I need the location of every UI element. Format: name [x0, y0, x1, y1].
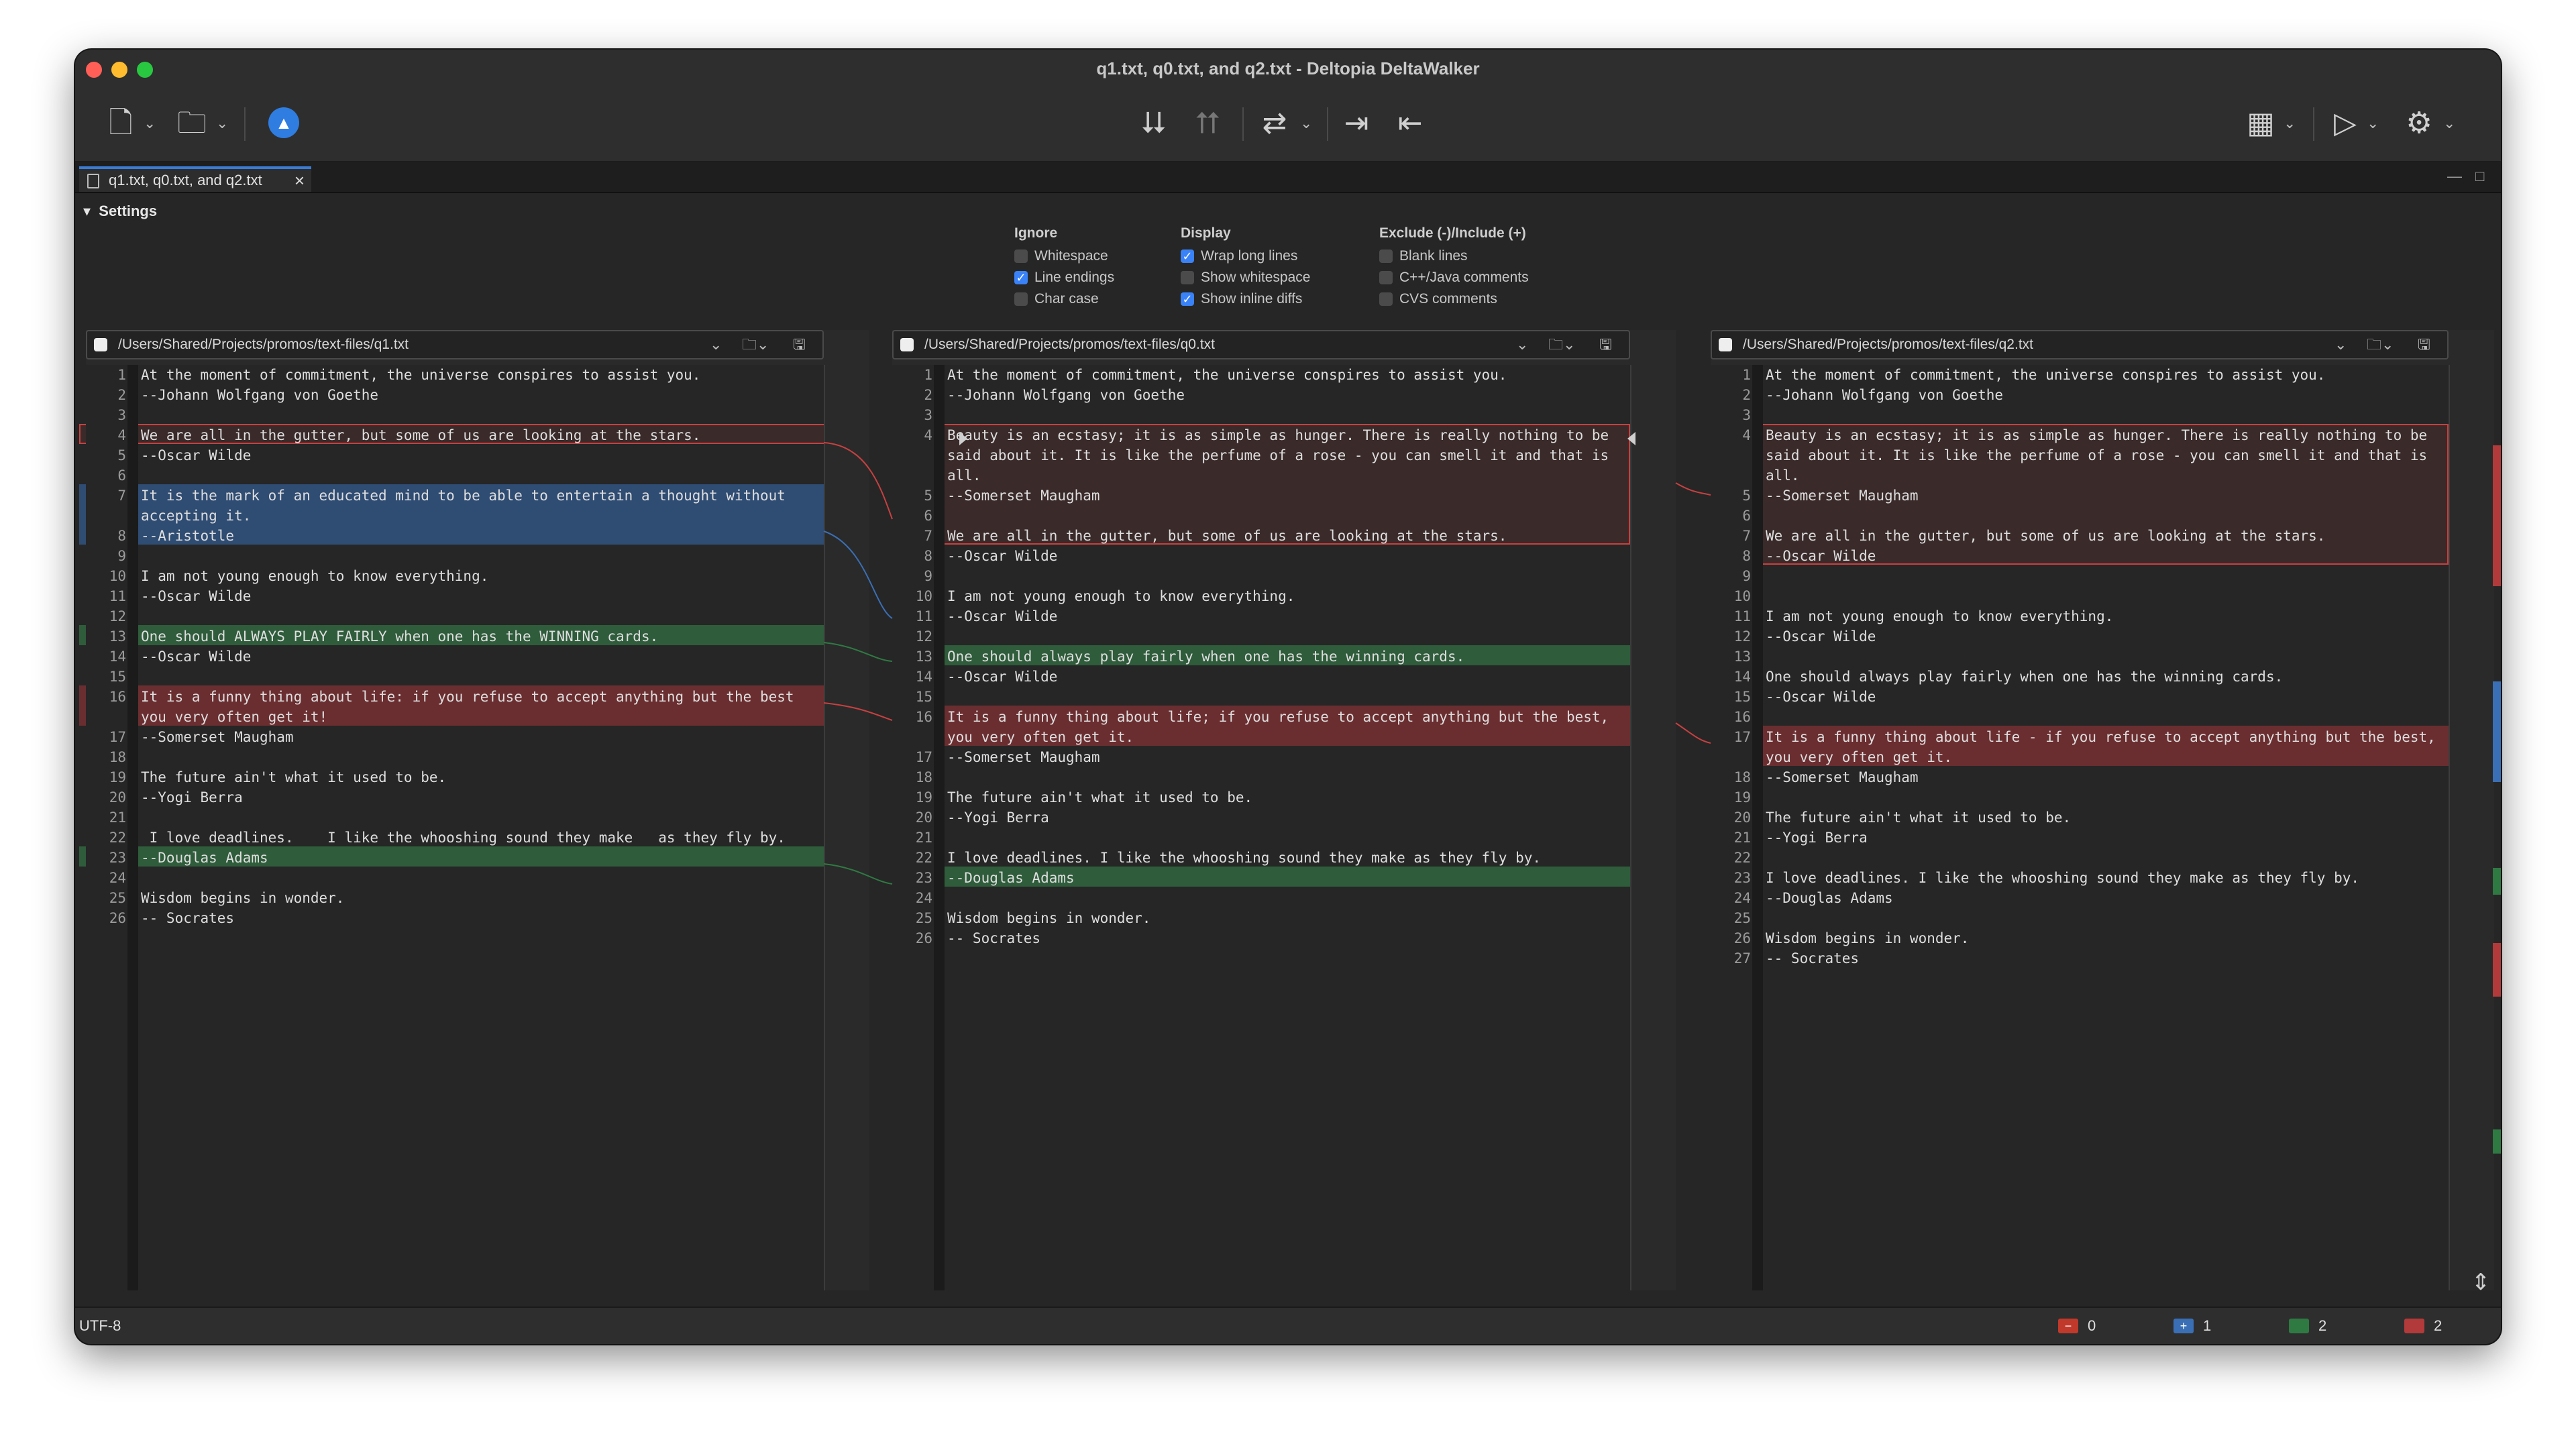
removed-icon: −: [2058, 1319, 2078, 1333]
connector-moved: [823, 863, 893, 885]
conflict-icon: [2404, 1319, 2424, 1333]
conflict-count[interactable]: 2: [2404, 1317, 2442, 1335]
app-window: q1.txt, q0.txt, and q2.txt - Deltopia De…: [75, 50, 2501, 1344]
encoding-label: UTF-8: [79, 1317, 121, 1334]
overview-changed-marker[interactable]: [2493, 943, 2501, 997]
removed-count[interactable]: −0: [2058, 1317, 2096, 1335]
status-bar: UTF-8 −0 +1 2 2: [75, 1306, 2501, 1344]
connector-changed: [1675, 722, 1711, 744]
copy-right-arrow-icon[interactable]: [1627, 432, 1635, 445]
connector-moved: [823, 642, 893, 662]
moved-icon: [2289, 1319, 2309, 1333]
connector-added: [823, 531, 893, 619]
diff-connectors: [823, 432, 1711, 885]
added-count[interactable]: +1: [2174, 1317, 2211, 1335]
connector-changed: [823, 702, 893, 721]
overview-changed-marker[interactable]: [2493, 445, 2501, 586]
moved-count[interactable]: 2: [2289, 1317, 2326, 1335]
added-icon: +: [2174, 1319, 2194, 1333]
overview-moved-marker[interactable]: [2493, 1129, 2501, 1154]
copy-left-arrow-icon[interactable]: [959, 432, 967, 445]
connector-changed: [823, 442, 893, 520]
sync-scroll-icon[interactable]: ⇕: [2467, 1262, 2494, 1302]
connector-changed: [1675, 482, 1711, 496]
overview-added-marker[interactable]: [2493, 681, 2501, 782]
overview-moved-marker[interactable]: [2493, 868, 2501, 895]
